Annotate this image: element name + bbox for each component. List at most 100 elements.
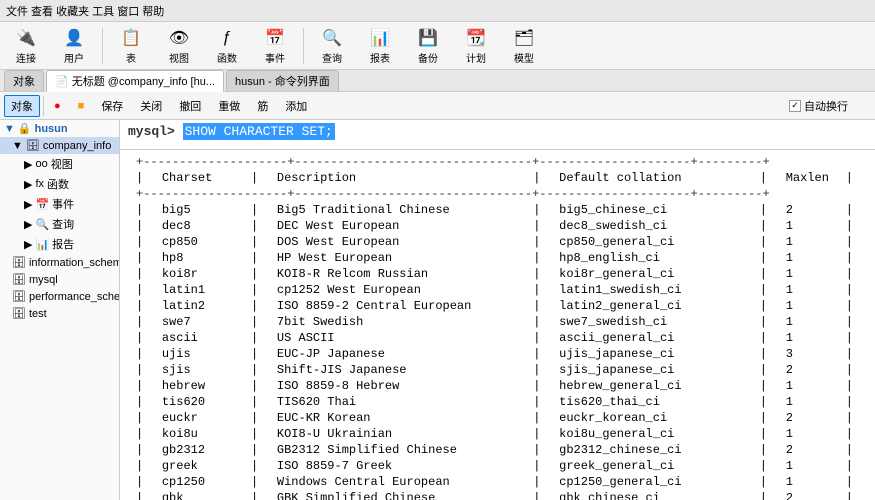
pipe-18-2: | <box>243 490 269 500</box>
pipe-10-2: | <box>243 362 269 378</box>
toolbar-btn-函数[interactable]: ƒ函数 <box>205 24 249 68</box>
cell-charset-1: dec8 <box>154 218 243 234</box>
tab-2[interactable]: husun - 命令列界面 <box>226 70 339 91</box>
table-row: | greek | ISO 8859-7 Greek | greek_gener… <box>128 458 861 474</box>
cell-charset-17: cp1250 <box>154 474 243 490</box>
sidebar-functions[interactable]: ▶ fx 函数 <box>0 174 119 194</box>
obj-btn[interactable]: 对象 <box>4 95 40 117</box>
pipe-2-4: | <box>752 234 778 250</box>
col-desc-header: Description <box>269 170 525 186</box>
expand-arrow: ▼ <box>4 123 15 135</box>
tool-icon-0: 🔌 <box>14 26 38 50</box>
pipe-13-2: | <box>243 410 269 426</box>
db-icon2: 🗄 <box>12 256 26 269</box>
cell-maxlen-2: 1 <box>778 234 838 250</box>
pipe-15-5: | <box>838 442 861 458</box>
tab-0[interactable]: 对象 <box>4 70 44 91</box>
toolbar-btn-视图[interactable]: 👁视图 <box>157 24 201 68</box>
pipe-11-5: | <box>838 378 861 394</box>
pipe-5-4: | <box>752 282 778 298</box>
pipe-11-1: | <box>128 378 154 394</box>
pipe-6-5: | <box>838 298 861 314</box>
pipe-8-1: | <box>128 330 154 346</box>
result-area[interactable]: +--------------------+------------------… <box>120 150 875 500</box>
pipe-15-1: | <box>128 442 154 458</box>
table-row: | big5 | Big5 Traditional Chinese | big5… <box>128 202 861 218</box>
pipe-8-4: | <box>752 330 778 346</box>
cell-collation-7: swe7_swedish_ci <box>551 314 752 330</box>
cell-desc-4: KOI8-R Relcom Russian <box>269 266 525 282</box>
stop-btn[interactable]: ■ <box>71 95 92 117</box>
pipe-2-1: | <box>128 234 154 250</box>
toolbar-btn-表[interactable]: 📋表 <box>109 24 153 68</box>
tool-icon-8: 💾 <box>416 26 440 50</box>
pipe-16-1: | <box>128 458 154 474</box>
pipe-10-5: | <box>838 362 861 378</box>
add-btn[interactable]: 添加 <box>278 95 314 117</box>
sidebar-events[interactable]: ▶ 📅 事件 <box>0 194 119 214</box>
save-btn[interactable]: 保存 <box>94 95 130 117</box>
undo-btn[interactable]: 撤回 <box>172 95 208 117</box>
tab-1[interactable]: 📄 无标题 @company_info [hu... <box>46 70 224 92</box>
info-schema-label: information_schema <box>29 257 120 269</box>
cell-maxlen-0: 2 <box>778 202 838 218</box>
toolbar-btn-备份[interactable]: 💾备份 <box>406 24 450 68</box>
sidebar-husun[interactable]: ▼ 🔒 husun <box>0 120 119 137</box>
pipe-6-2: | <box>243 298 269 314</box>
pipe-1-5: | <box>838 218 861 234</box>
sql-text: SHOW CHARACTER SET; <box>183 123 335 140</box>
sql-area[interactable]: mysql> SHOW CHARACTER SET; <box>120 120 875 150</box>
redo-btn[interactable]: 重做 <box>211 95 247 117</box>
pipe-16-3: | <box>525 458 551 474</box>
queries-label: 查询 <box>52 216 74 232</box>
cell-maxlen-9: 3 <box>778 346 838 362</box>
sidebar-perf-schema[interactable]: 🗄 performance_schema <box>0 288 119 305</box>
pipe-10-4: | <box>752 362 778 378</box>
cell-charset-7: swe7 <box>154 314 243 330</box>
cell-charset-6: latin2 <box>154 298 243 314</box>
run-query-btn[interactable]: ● <box>47 95 68 117</box>
db-icon3: 🗄 <box>12 273 26 286</box>
sidebar-reports[interactable]: ▶ 📊 报告 <box>0 234 119 254</box>
cell-collation-16: greek_general_ci <box>551 458 752 474</box>
format-btn[interactable]: 筋 <box>250 95 275 117</box>
cell-desc-16: ISO 8859-7 Greek <box>269 458 525 474</box>
toolbar-btn-计划[interactable]: 📆计划 <box>454 24 498 68</box>
cell-desc-14: KOI8-U Ukrainian <box>269 426 525 442</box>
pipe-10-1: | <box>128 362 154 378</box>
cell-collation-3: hp8_english_ci <box>551 250 752 266</box>
close-file-btn[interactable]: 关闭 <box>133 95 169 117</box>
pipe-2-2: | <box>243 234 269 250</box>
pipe-17-5: | <box>838 474 861 490</box>
table-row: | hebrew | ISO 8859-8 Hebrew | hebrew_ge… <box>128 378 861 394</box>
cell-desc-17: Windows Central European <box>269 474 525 490</box>
cell-maxlen-5: 1 <box>778 282 838 298</box>
toolbar-btn-模型[interactable]: 🗂模型 <box>502 24 546 68</box>
cell-collation-11: hebrew_general_ci <box>551 378 752 394</box>
cell-maxlen-17: 1 <box>778 474 838 490</box>
table-row: | cp1250 | Windows Central European | cp… <box>128 474 861 490</box>
auto-wrap-checkbox[interactable]: ✓ <box>789 100 801 112</box>
sidebar-mysql[interactable]: 🗄 mysql <box>0 271 119 288</box>
cell-maxlen-3: 1 <box>778 250 838 266</box>
pipe-13-4: | <box>752 410 778 426</box>
pipe-14-4: | <box>752 426 778 442</box>
table-row: | ujis | EUC-JP Japanese | ujis_japanese… <box>128 346 861 362</box>
sidebar-test[interactable]: 🗄 test <box>0 305 119 322</box>
cell-maxlen-11: 1 <box>778 378 838 394</box>
toolbar-btn-用户[interactable]: 👤用户 <box>52 24 96 68</box>
cell-charset-2: cp850 <box>154 234 243 250</box>
sidebar-info-schema[interactable]: 🗄 information_schema <box>0 254 119 271</box>
toolbar-btn-报表[interactable]: 📊报表 <box>358 24 402 68</box>
toolbar-btn-查询[interactable]: 🔍查询 <box>310 24 354 68</box>
sidebar-views[interactable]: ▶ oo 视图 <box>0 154 119 174</box>
toolbar-btn-连接[interactable]: 🔌连接 <box>4 24 48 68</box>
sidebar-company-info[interactable]: ▼ 🗄 company_info <box>0 137 119 154</box>
toolbar-btn-事件[interactable]: 📅事件 <box>253 24 297 68</box>
table-row: | swe7 | 7bit Swedish | swe7_swedish_ci … <box>128 314 861 330</box>
col-charset-header: Charset <box>154 170 243 186</box>
sidebar-queries[interactable]: ▶ 🔍 查询 <box>0 214 119 234</box>
pipe-11-3: | <box>525 378 551 394</box>
pipe-14-1: | <box>128 426 154 442</box>
toolbar: 🔌连接👤用户 📋表👁视图ƒ函数📅事件 🔍查询📊报表💾备份📆计划🗂模型 <box>0 22 875 70</box>
